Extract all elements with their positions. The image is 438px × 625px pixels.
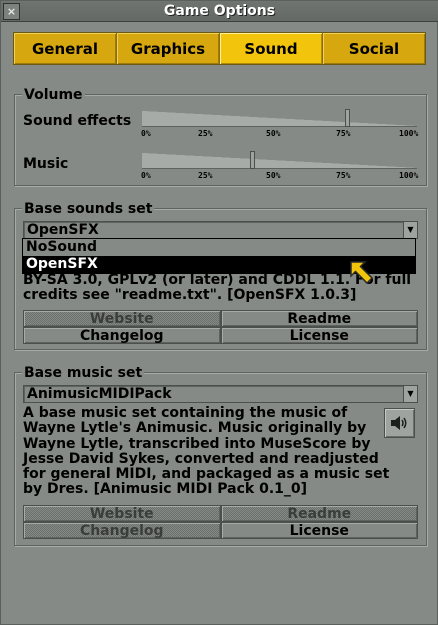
base-music-dropdown[interactable]: AnimusicMIDIPack ▼: [23, 385, 418, 403]
tab-social[interactable]: Social: [323, 33, 425, 64]
license-button[interactable]: License: [220, 522, 418, 539]
tab-sound[interactable]: Sound: [220, 33, 323, 64]
music-slider[interactable]: [142, 145, 417, 169]
base-sounds-dropdown[interactable]: OpenSFX ▼: [23, 221, 418, 239]
changelog-button[interactable]: Changelog: [23, 522, 221, 539]
website-button[interactable]: Website: [23, 310, 221, 327]
music-ticks: 0% 25% 50% 75% 100%: [135, 171, 430, 183]
website-button[interactable]: Website: [23, 505, 221, 522]
dropdown-arrow-icon[interactable]: ▼: [403, 385, 418, 403]
readme-button[interactable]: Readme: [220, 505, 418, 522]
play-music-button[interactable]: [384, 408, 415, 438]
base-music-description: A base music set containing the music of…: [23, 405, 390, 498]
tick-label: 25%: [198, 129, 213, 138]
base-sounds-title: Base sounds set: [22, 201, 155, 217]
tick-label: 75%: [336, 171, 351, 180]
window-title: Game Options: [163, 3, 276, 19]
sound-effects-slider[interactable]: [142, 103, 417, 127]
tick-label: 100%: [399, 129, 419, 138]
music-track: [142, 153, 417, 169]
tab-bar: General Graphics Sound Social: [13, 32, 426, 65]
tick-label: 0%: [141, 171, 151, 180]
tick-label: 50%: [266, 129, 281, 138]
tick-label: 0%: [141, 129, 151, 138]
base-music-selected: AnimusicMIDIPack: [27, 386, 172, 402]
base-music-buttons: Website Readme Changelog License: [23, 505, 418, 539]
base-sounds-buttons: Website Readme Changelog License: [23, 310, 418, 344]
title-bar[interactable]: × Game Options: [1, 1, 438, 22]
tab-graphics[interactable]: Graphics: [117, 33, 220, 64]
game-options-window: × Game Options General Graphics Sound So…: [0, 0, 438, 625]
tab-general[interactable]: General: [14, 33, 117, 64]
mouse-cursor-icon: [350, 261, 374, 285]
tick-label: 100%: [399, 171, 419, 180]
speaker-icon: [390, 416, 406, 430]
dropdown-arrow-icon[interactable]: ▼: [403, 221, 418, 239]
sound-effects-label: Sound effects: [23, 113, 132, 129]
sound-effects-thumb[interactable]: [345, 109, 350, 127]
readme-button[interactable]: Readme: [220, 310, 418, 327]
music-label: Music: [23, 156, 69, 172]
tick-label: 25%: [198, 171, 213, 180]
volume-title: Volume: [22, 87, 85, 103]
license-button[interactable]: License: [220, 327, 418, 344]
base-sounds-selected: OpenSFX: [27, 222, 99, 238]
sound-effects-track: [142, 111, 417, 127]
base-music-frame: Base music set AnimusicMIDIPack ▼ A base…: [14, 365, 427, 546]
volume-frame: Volume Sound effects 0% 25% 50% 75% 100%…: [14, 87, 430, 186]
tick-label: 75%: [336, 129, 351, 138]
base-music-title: Base music set: [22, 365, 145, 381]
tick-label: 50%: [266, 171, 281, 180]
changelog-button[interactable]: Changelog: [23, 327, 221, 344]
music-thumb[interactable]: [250, 151, 255, 169]
dropdown-option-nosound[interactable]: NoSound: [23, 239, 415, 256]
sound-effects-ticks: 0% 25% 50% 75% 100%: [135, 129, 430, 141]
